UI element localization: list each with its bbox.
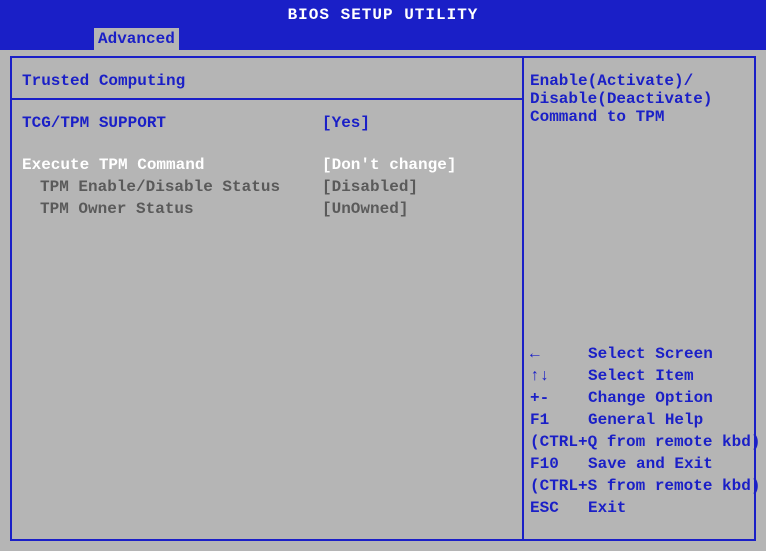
- key-label: F1: [530, 409, 588, 431]
- tcg-tpm-support-row[interactable]: TCG/TPM SUPPORT [Yes]: [22, 112, 512, 134]
- key-exit: ESC Exit: [530, 497, 748, 519]
- tpm-enable-label: TPM Enable/Disable Status: [22, 176, 322, 198]
- exec-label: Execute TPM Command: [22, 154, 322, 176]
- key-save-exit: F10 Save and Exit: [530, 453, 748, 475]
- plus-minus-icon: +-: [530, 387, 588, 409]
- tab-advanced[interactable]: Advanced: [94, 28, 179, 50]
- key-desc: Exit: [588, 497, 626, 519]
- help-text: Enable(Activate)/ Disable(Deactivate) Co…: [530, 72, 748, 126]
- tcg-value: [Yes]: [322, 112, 370, 134]
- key-general-help: F1 General Help: [530, 409, 748, 431]
- divider: [12, 98, 522, 100]
- help-line: Disable(Deactivate): [530, 90, 748, 108]
- tpm-enable-status-row: TPM Enable/Disable Status [Disabled]: [22, 176, 512, 198]
- main-panel: Trusted Computing TCG/TPM SUPPORT [Yes] …: [12, 58, 524, 539]
- key-desc: Change Option: [588, 387, 713, 409]
- note-ctrl-s: (CTRL+S from remote kbd): [530, 475, 748, 497]
- section-title: Trusted Computing: [22, 72, 512, 90]
- tcg-label: TCG/TPM SUPPORT: [22, 112, 322, 134]
- key-select-screen: ← Select Screen: [530, 343, 748, 365]
- help-line: Enable(Activate)/: [530, 72, 748, 90]
- frame: Trusted Computing TCG/TPM SUPPORT [Yes] …: [10, 56, 756, 541]
- content-area: Trusted Computing TCG/TPM SUPPORT [Yes] …: [0, 50, 766, 551]
- key-select-item: ↑↓ Select Item: [530, 365, 748, 387]
- execute-tpm-command-row[interactable]: Execute TPM Command [Don't change]: [22, 154, 512, 176]
- help-panel: Enable(Activate)/ Disable(Deactivate) Co…: [524, 58, 754, 539]
- exec-value: [Don't change]: [322, 154, 456, 176]
- left-arrow-icon: ←: [530, 343, 588, 365]
- key-change-option: +- Change Option: [530, 387, 748, 409]
- key-label: ESC: [530, 497, 588, 519]
- up-down-arrow-icon: ↑↓: [530, 365, 588, 387]
- tpm-owner-label: TPM Owner Status: [22, 198, 322, 220]
- key-label: F10: [530, 453, 588, 475]
- note-ctrl-q: (CTRL+Q from remote kbd): [530, 431, 748, 453]
- tpm-enable-value: [Disabled]: [322, 176, 418, 198]
- key-desc: Select Screen: [588, 343, 713, 365]
- key-legend: ← Select Screen ↑↓ Select Item +- Change…: [530, 343, 748, 525]
- utility-title: BIOS SETUP UTILITY: [0, 0, 766, 24]
- tpm-owner-value: [UnOwned]: [322, 198, 408, 220]
- title-bar: BIOS SETUP UTILITY Advanced: [0, 0, 766, 50]
- tpm-owner-status-row: TPM Owner Status [UnOwned]: [22, 198, 512, 220]
- help-line: Command to TPM: [530, 108, 748, 126]
- key-desc: Select Item: [588, 365, 694, 387]
- key-desc: Save and Exit: [588, 453, 713, 475]
- key-desc: General Help: [588, 409, 703, 431]
